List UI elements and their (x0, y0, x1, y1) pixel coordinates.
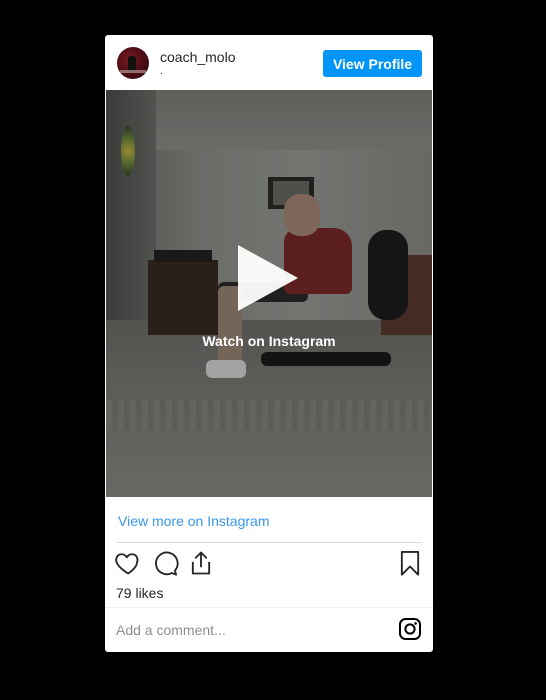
view-more-link[interactable]: View more on Instagram (118, 513, 269, 529)
bookmark-icon[interactable] (396, 549, 424, 577)
watch-on-instagram-label[interactable]: Watch on Instagram (106, 333, 432, 349)
post-header: coach_molo . View Profile (105, 35, 433, 90)
add-comment-input[interactable]: Add a comment... (116, 622, 226, 638)
instagram-icon[interactable] (398, 617, 422, 641)
comment-icon[interactable] (151, 549, 179, 577)
view-profile-button[interactable]: View Profile (323, 50, 422, 77)
video-thumbnail[interactable]: Watch on Instagram (106, 90, 432, 497)
divider (105, 607, 433, 608)
instagram-embed-card: coach_molo . View Profile Watch on Insta… (105, 35, 433, 652)
likes-count[interactable]: 79 likes (116, 585, 163, 601)
post-subtitle: . (160, 66, 163, 77)
heart-icon[interactable] (114, 549, 142, 577)
play-icon[interactable] (238, 245, 298, 311)
avatar-text (120, 70, 146, 73)
share-icon[interactable] (187, 549, 215, 577)
username[interactable]: coach_molo (160, 49, 236, 65)
divider (116, 542, 422, 543)
avatar[interactable] (117, 47, 149, 79)
